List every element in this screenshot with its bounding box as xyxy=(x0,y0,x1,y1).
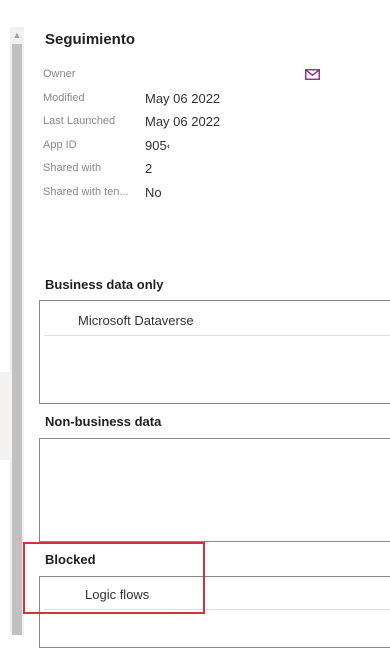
last-launched-value: May 06 2022 xyxy=(145,114,221,129)
left-gutter xyxy=(0,0,10,635)
non-business-data-heading: Non-business data xyxy=(45,414,162,429)
mail-icon[interactable] xyxy=(305,69,320,80)
owner-label: Owner xyxy=(43,68,76,80)
last-launched-label: Last Launched xyxy=(43,115,116,127)
shared-with-tenant-label: Shared with ten... xyxy=(43,186,129,198)
non-business-data-panel xyxy=(39,438,390,542)
vertical-scrollbar[interactable]: ▲ xyxy=(10,27,24,635)
shared-with-value: 2 xyxy=(145,161,153,176)
connector-label: Microsoft Dataverse xyxy=(78,313,194,328)
business-data-panel: Microsoft Dataverse xyxy=(39,300,390,404)
business-data-heading: Business data only xyxy=(45,277,164,292)
app-title: Seguimiento xyxy=(45,31,136,48)
shared-with-label: Shared with xyxy=(43,162,102,174)
scroll-thumb[interactable] xyxy=(12,44,22,635)
highlight-box xyxy=(23,542,205,614)
scroll-up-arrow-icon[interactable]: ▲ xyxy=(10,27,24,44)
gutter-shade xyxy=(0,372,10,460)
list-item[interactable]: Microsoft Dataverse xyxy=(44,307,390,336)
app-id-label: App ID xyxy=(43,139,77,151)
modified-label: Modified xyxy=(43,92,85,104)
app-id-value: 905‹ xyxy=(145,138,169,153)
shared-with-tenant-value: No xyxy=(145,185,162,200)
modified-value: May 06 2022 xyxy=(145,91,221,106)
